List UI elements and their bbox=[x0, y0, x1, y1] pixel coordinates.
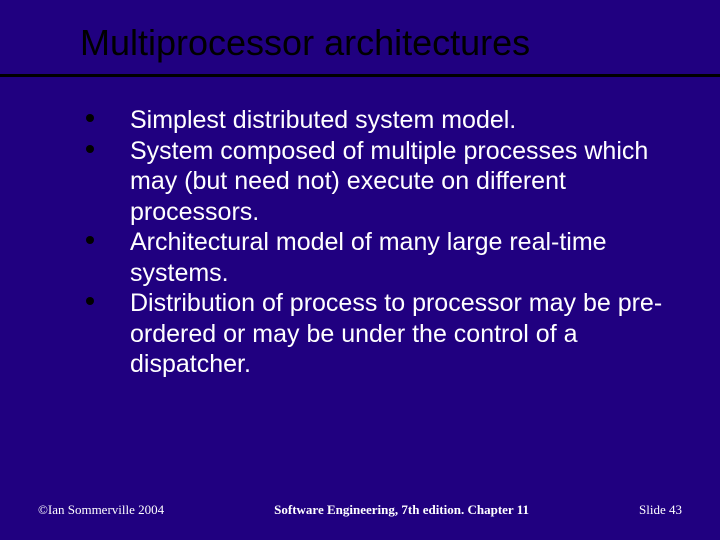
list-item: Distribution of process to processor may… bbox=[66, 288, 670, 380]
bullet-icon bbox=[86, 297, 94, 305]
list-item: System composed of multiple processes wh… bbox=[66, 136, 670, 228]
slide-label: Slide bbox=[639, 502, 669, 517]
footer-slide-number: Slide 43 bbox=[639, 502, 682, 518]
bullet-list: Simplest distributed system model. Syste… bbox=[66, 105, 670, 380]
slide: Multiprocessor architectures Simplest di… bbox=[0, 0, 720, 540]
list-item: Simplest distributed system model. bbox=[66, 105, 670, 136]
bullet-icon bbox=[86, 236, 94, 244]
bullet-text: System composed of multiple processes wh… bbox=[130, 137, 648, 226]
footer: ©Ian Sommerville 2004 Software Engineeri… bbox=[0, 502, 720, 518]
bullet-text: Simplest distributed system model. bbox=[130, 106, 516, 134]
content-area: Simplest distributed system model. Syste… bbox=[0, 77, 720, 380]
list-item: Architectural model of many large real-t… bbox=[66, 227, 670, 288]
slide-title: Multiprocessor architectures bbox=[80, 22, 720, 64]
bullet-text: Architectural model of many large real-t… bbox=[130, 228, 607, 287]
title-area: Multiprocessor architectures bbox=[0, 0, 720, 64]
bullet-text: Distribution of process to processor may… bbox=[130, 289, 662, 378]
slide-number-value: 43 bbox=[669, 502, 682, 517]
footer-copyright: ©Ian Sommerville 2004 bbox=[38, 502, 164, 518]
footer-book-title: Software Engineering, 7th edition. Chapt… bbox=[164, 502, 639, 518]
bullet-icon bbox=[86, 114, 94, 122]
bullet-icon bbox=[86, 145, 94, 153]
